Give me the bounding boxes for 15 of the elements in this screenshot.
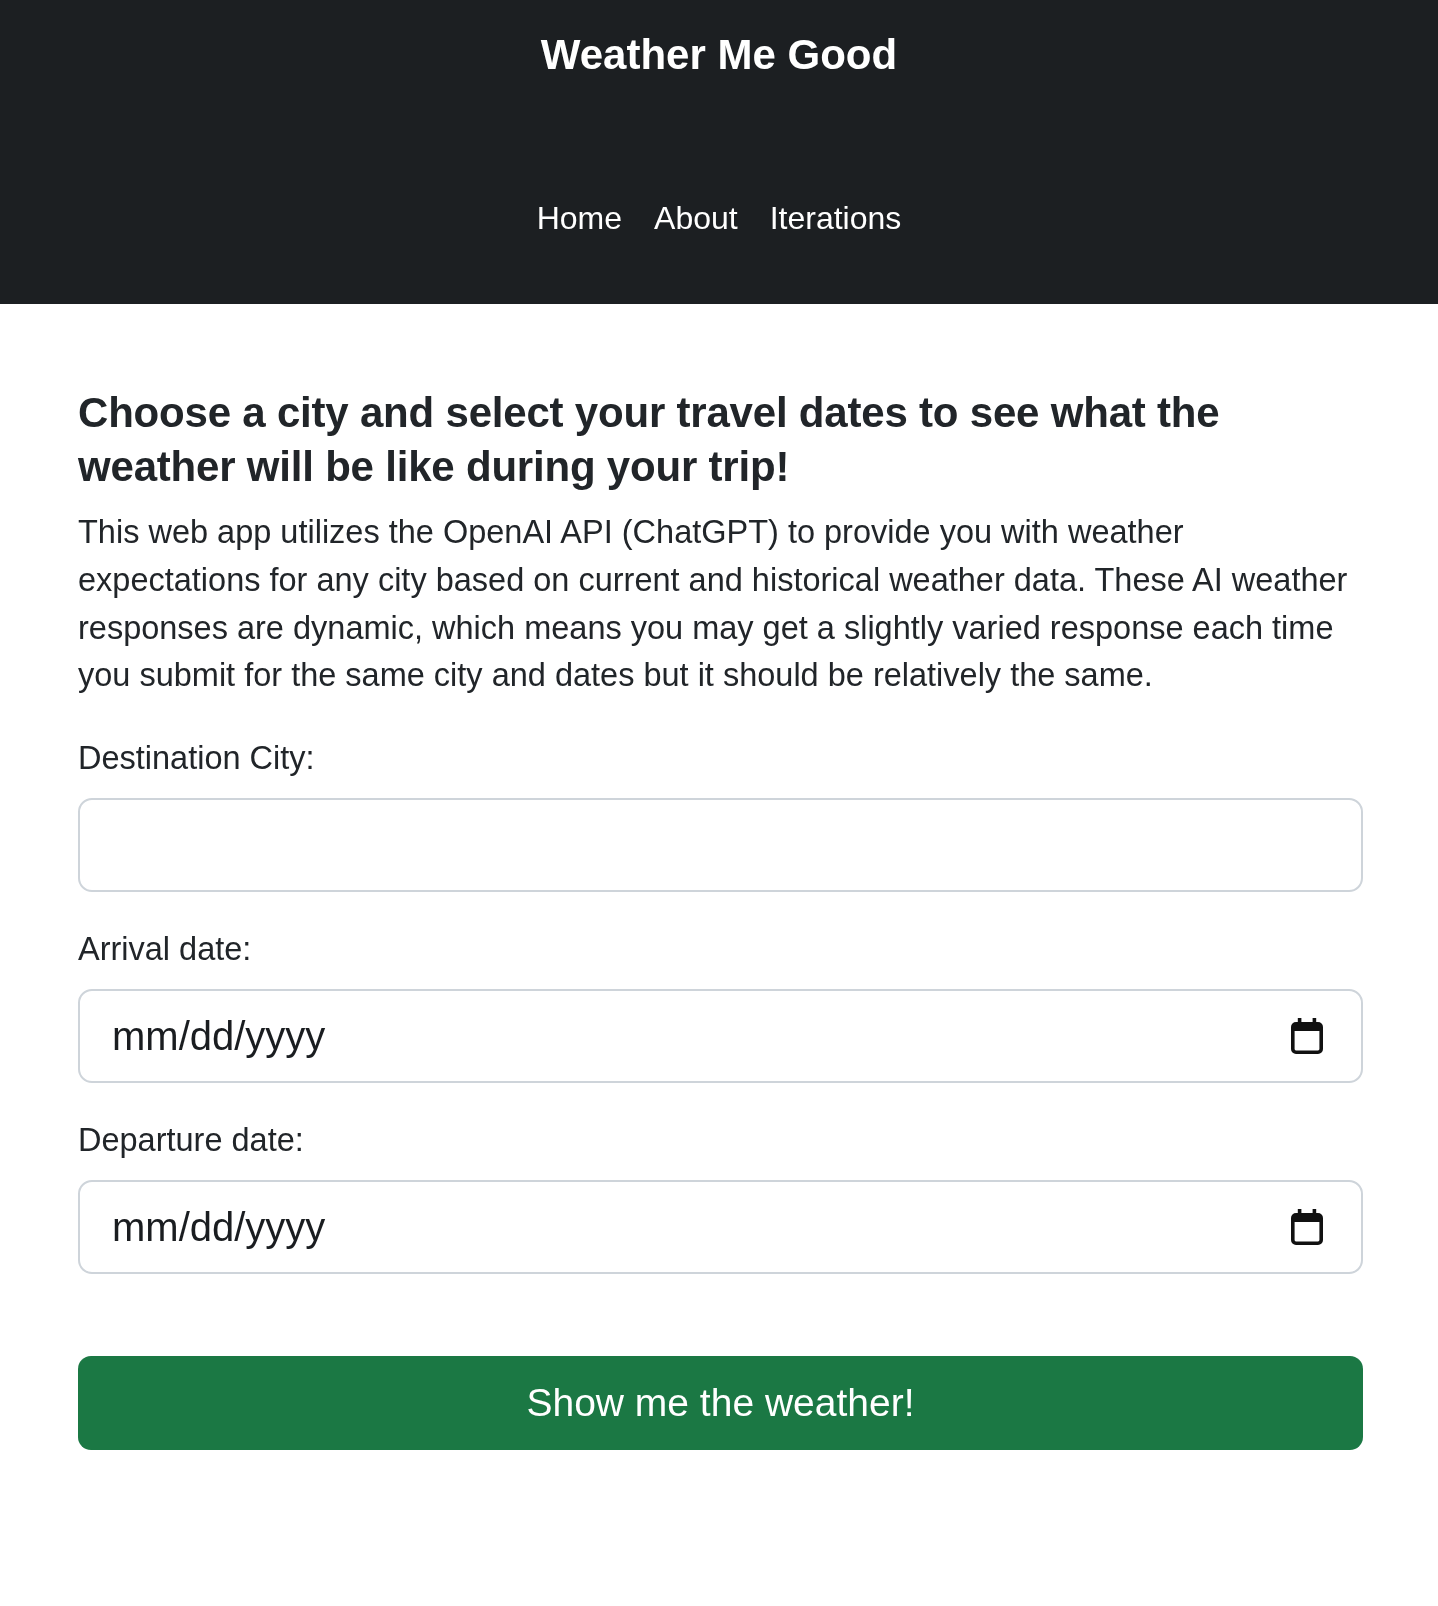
field-label: Arrival date: xyxy=(78,930,252,970)
site-title: Weather Me Good xyxy=(540,30,898,80)
date-field[interactable]: mm/dd/yyyy xyxy=(78,1180,1363,1275)
text-field[interactable] xyxy=(78,798,1363,893)
calendar-icon[interactable] xyxy=(1291,1209,1323,1246)
field-label: Departure date: xyxy=(78,1121,304,1161)
date-field[interactable]: mm/dd/yyyy xyxy=(78,989,1363,1084)
intro-paragraph: This web app utilizes the OpenAI API (ChatGPT) to provide you with weather expectations for any city based on current and historical weather data. These AI weather responses are dynamic, which means you may get a slightly varied response each time you submit for the same city and dates but it should be relatively the same. xyxy=(78,513,1349,696)
field-label: Destination City: xyxy=(78,739,315,779)
nav-link[interactable]: About xyxy=(638,194,754,242)
nav-link[interactable]: Home xyxy=(520,194,639,242)
submit-button[interactable]: Show me the weather! xyxy=(78,1356,1363,1451)
nav-link[interactable]: Iterations xyxy=(753,194,918,242)
calendar-icon[interactable] xyxy=(1291,1018,1323,1055)
intro-heading: Choose a city and select your travel dates to see what the weather will be like during your trip! xyxy=(78,388,1221,492)
